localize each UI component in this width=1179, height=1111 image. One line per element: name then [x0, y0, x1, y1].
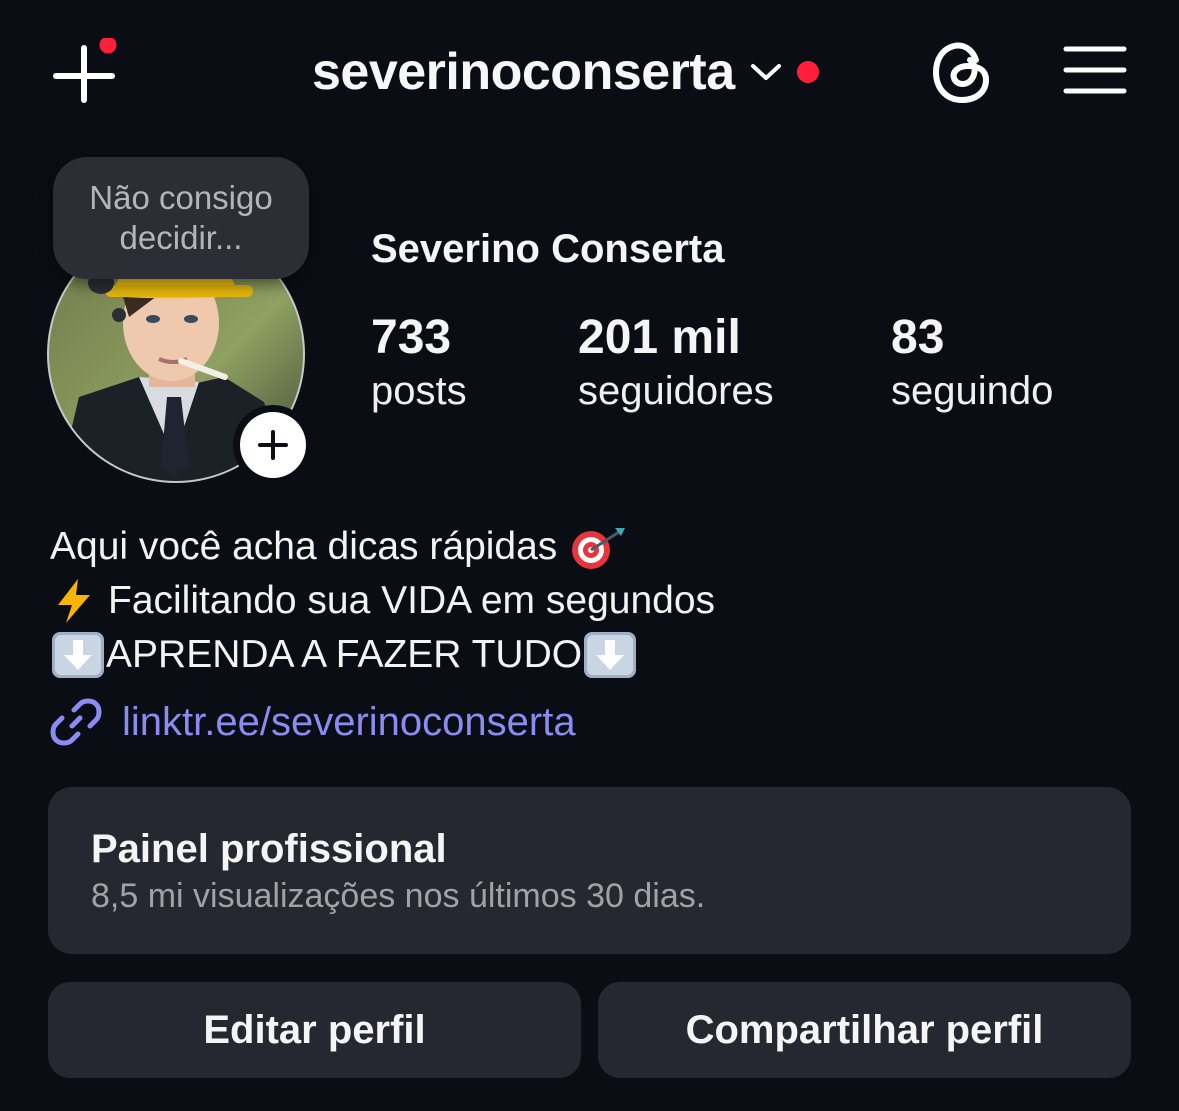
stat-following[interactable]: 83 seguindo	[891, 310, 1053, 416]
bio-link[interactable]: linktr.ee/severinoconserta	[50, 694, 576, 750]
stat-posts[interactable]: 733 posts	[371, 310, 467, 416]
professional-dashboard-card[interactable]: Painel profissional 8,5 mi visualizações…	[48, 787, 1131, 954]
plus-icon	[53, 38, 120, 103]
new-post-button[interactable]	[50, 38, 120, 104]
chevron-down-icon	[749, 61, 783, 83]
threads-button[interactable]	[930, 38, 994, 106]
threads-icon	[933, 42, 989, 103]
edit-profile-button[interactable]: Editar perfil	[48, 982, 581, 1078]
link-icon	[50, 698, 102, 746]
plus-icon	[258, 430, 288, 460]
username: severinoconserta	[312, 43, 735, 101]
direct-hit-emoji	[569, 524, 629, 570]
dashboard-subtitle: 8,5 mi visualizações nos últimos 30 dias…	[91, 877, 706, 915]
bio-line-3: APRENDA A FAZER TUDO	[50, 628, 715, 682]
hamburger-menu-icon	[1063, 46, 1127, 94]
share-profile-button[interactable]: Compartilhar perfil	[598, 982, 1131, 1078]
followers-label: seguidores	[578, 369, 774, 413]
add-story-button[interactable]	[233, 405, 313, 485]
down-arrow-emoji	[50, 630, 106, 680]
display-name: Severino Conserta	[371, 227, 725, 271]
down-arrow-emoji	[582, 630, 638, 680]
following-label: seguindo	[891, 369, 1054, 413]
following-count: 83	[891, 311, 945, 364]
dashboard-title: Painel profissional	[91, 827, 447, 871]
bio-text-2: Facilitando sua VIDA em segundos	[108, 579, 716, 622]
stat-followers[interactable]: 201 mil seguidores	[578, 310, 774, 416]
note-text-line2: decidir...	[119, 219, 243, 256]
bio: Aqui você acha dicas rápidas Facilitando…	[50, 520, 715, 682]
posts-label: posts	[371, 369, 467, 413]
high-voltage-emoji	[50, 577, 98, 625]
add-story-badge	[240, 412, 306, 478]
posts-count: 733	[371, 311, 452, 364]
bio-text-1: Aqui você acha dicas rápidas	[50, 525, 558, 568]
account-switcher[interactable]: severinoconserta	[312, 36, 819, 108]
note-text-line1: Não consigo	[89, 179, 273, 216]
link-text: linktr.ee/severinoconserta	[122, 700, 576, 744]
note-bubble-tail-small	[112, 308, 126, 322]
bio-line-2: Facilitando sua VIDA em segundos	[50, 574, 715, 628]
bio-line-1: Aqui você acha dicas rápidas	[50, 520, 715, 574]
menu-button[interactable]	[1062, 44, 1128, 96]
bio-text-3: APRENDA A FAZER TUDO	[106, 633, 583, 676]
notification-dot	[796, 61, 819, 83]
notification-dot	[96, 38, 120, 57]
note-bubble[interactable]: Não consigo decidir...	[53, 157, 309, 279]
followers-count: 201 mil	[578, 311, 741, 364]
